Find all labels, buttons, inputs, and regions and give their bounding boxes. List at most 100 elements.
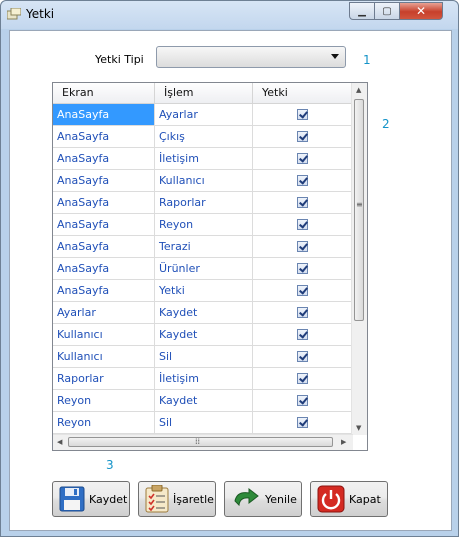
cell-islem[interactable]: Ayarlar [155, 104, 253, 126]
cell-ekran[interactable]: Raporlar [53, 368, 155, 390]
maximize-button[interactable]: ▢ [374, 2, 400, 20]
cell-ekran[interactable]: AnaSayfa [53, 104, 155, 126]
horizontal-scrollbar[interactable]: ◀ ⁞⁞ ▶ [53, 434, 353, 450]
cell-ekran[interactable]: AnaSayfa [53, 280, 155, 302]
yetki-tipi-combobox[interactable] [156, 46, 346, 68]
power-icon [317, 485, 345, 513]
cell-islem[interactable]: Kaydet [155, 324, 253, 346]
refresh-arrow-icon [234, 487, 259, 507]
checkbox-icon[interactable] [297, 417, 308, 428]
column-header-ekran[interactable]: Ekran [53, 83, 155, 103]
cell-yetki [253, 126, 353, 148]
table-row[interactable]: AnaSayfa Ürünler [53, 258, 353, 280]
vertical-scroll-thumb[interactable]: ≡ [354, 99, 364, 321]
cell-ekran[interactable]: AnaSayfa [53, 170, 155, 192]
marker-3: 3 [106, 458, 114, 472]
close-form-button[interactable]: Kapat [310, 481, 388, 517]
table-row[interactable]: Raporlar İletişim [53, 368, 353, 390]
cell-islem[interactable]: Kaydet [155, 302, 253, 324]
close-button[interactable]: ✕ [399, 2, 443, 20]
checkbox-icon[interactable] [297, 373, 308, 384]
checkbox-icon[interactable] [297, 219, 308, 230]
cell-islem[interactable]: Terazi [155, 236, 253, 258]
cell-yetki [253, 368, 353, 390]
checkbox-icon[interactable] [297, 109, 308, 120]
cell-islem[interactable]: Reyon [155, 214, 253, 236]
cell-ekran[interactable]: Kullanıcı [53, 324, 155, 346]
scroll-left-icon[interactable]: ◀ [57, 438, 62, 446]
minimize-button[interactable]: ▁ [349, 2, 375, 20]
checkbox-icon[interactable] [297, 263, 308, 274]
table-row[interactable]: Reyon Kaydet [53, 390, 353, 412]
cell-yetki [253, 346, 353, 368]
table-row[interactable]: AnaSayfa Raporlar [53, 192, 353, 214]
cell-ekran[interactable]: AnaSayfa [53, 126, 155, 148]
table-row[interactable]: Reyon Sil [53, 412, 353, 434]
table-row[interactable]: AnaSayfa Ayarlar [53, 104, 353, 126]
mark-button-label: İşaretle [173, 492, 214, 506]
cell-islem[interactable]: Ürünler [155, 258, 253, 280]
cell-ekran[interactable]: AnaSayfa [53, 236, 155, 258]
column-header-yetki[interactable]: Yetki [253, 83, 353, 103]
marker-1: 1 [363, 53, 371, 67]
cell-yetki [253, 390, 353, 412]
cell-islem[interactable]: Raporlar [155, 192, 253, 214]
horizontal-scroll-thumb[interactable]: ⁞⁞ [68, 437, 333, 447]
scroll-down-icon[interactable]: ▼ [356, 424, 361, 432]
cell-ekran[interactable]: Reyon [53, 390, 155, 412]
title-bar[interactable]: Yetki ▁ ▢ ✕ [1, 1, 458, 29]
cell-islem[interactable]: Yetki [155, 280, 253, 302]
vertical-scrollbar[interactable]: ▲ ≡ ▼ [351, 83, 367, 435]
cell-islem[interactable]: Sil [155, 412, 253, 434]
cell-ekran[interactable]: AnaSayfa [53, 148, 155, 170]
cell-ekran[interactable]: Kullanıcı [53, 346, 155, 368]
cell-ekran[interactable]: Reyon [53, 412, 155, 434]
table-row[interactable]: AnaSayfa Terazi [53, 236, 353, 258]
grip-icon: ⁞⁞ [195, 437, 201, 446]
refresh-button[interactable]: Yenile [224, 481, 302, 517]
permissions-grid[interactable]: Ekran İşlem Yetki AnaSayfa Ayarlar AnaSayf… [52, 82, 368, 451]
cell-ekran[interactable]: Ayarlar [53, 302, 155, 324]
cell-ekran[interactable]: AnaSayfa [53, 258, 155, 280]
table-row[interactable]: AnaSayfa Kullanıcı [53, 170, 353, 192]
scroll-right-icon[interactable]: ▶ [341, 438, 346, 446]
checkbox-icon[interactable] [297, 395, 308, 406]
table-row[interactable]: Kullanıcı Sil [53, 346, 353, 368]
cell-ekran[interactable]: AnaSayfa [53, 214, 155, 236]
table-row[interactable]: Ayarlar Kaydet [53, 302, 353, 324]
table-row[interactable]: Kullanıcı Kaydet [53, 324, 353, 346]
cell-ekran[interactable]: AnaSayfa [53, 192, 155, 214]
marker-2: 2 [382, 117, 390, 131]
table-row[interactable]: AnaSayfa İletişim [53, 148, 353, 170]
cell-yetki [253, 192, 353, 214]
column-header-islem[interactable]: İşlem [155, 83, 253, 103]
mark-button[interactable]: İşaretle [138, 481, 216, 517]
cell-islem[interactable]: İletişim [155, 368, 253, 390]
client-area: Yetki Tipi 1 2 Ekran İşlem Yetki AnaSayf… [9, 30, 452, 531]
dropdown-arrow-icon [331, 54, 339, 59]
yetki-tipi-label: Yetki Tipi [95, 53, 144, 66]
scroll-up-icon[interactable]: ▲ [356, 86, 361, 94]
grip-icon: ≡ [356, 200, 363, 209]
cell-yetki [253, 236, 353, 258]
checkbox-icon[interactable] [297, 175, 308, 186]
grid-header: Ekran İşlem Yetki [53, 83, 353, 104]
checkbox-icon[interactable] [297, 285, 308, 296]
checkbox-icon[interactable] [297, 307, 308, 318]
table-row[interactable]: AnaSayfa Çıkış [53, 126, 353, 148]
checkbox-icon[interactable] [297, 329, 308, 340]
cell-islem[interactable]: Kaydet [155, 390, 253, 412]
cell-islem[interactable]: Çıkış [155, 126, 253, 148]
cell-islem[interactable]: İletişim [155, 148, 253, 170]
table-row[interactable]: AnaSayfa Reyon [53, 214, 353, 236]
checkbox-icon[interactable] [297, 153, 308, 164]
cell-yetki [253, 148, 353, 170]
cell-islem[interactable]: Sil [155, 346, 253, 368]
checkbox-icon[interactable] [297, 197, 308, 208]
checkbox-icon[interactable] [297, 241, 308, 252]
cell-islem[interactable]: Kullanıcı [155, 170, 253, 192]
checkbox-icon[interactable] [297, 351, 308, 362]
checkbox-icon[interactable] [297, 131, 308, 142]
table-row[interactable]: AnaSayfa Yetki [53, 280, 353, 302]
save-button[interactable]: Kaydet [52, 481, 130, 517]
